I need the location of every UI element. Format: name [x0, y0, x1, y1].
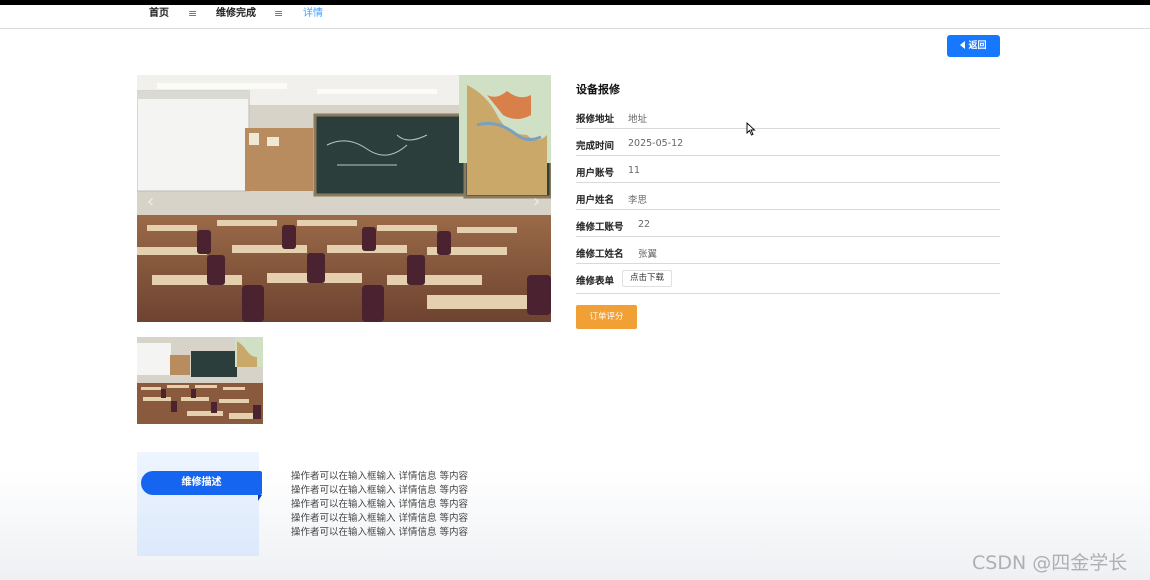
field-value: 2025-05-12 — [628, 138, 684, 149]
description-line: 操作者可以在输入框输入 详情信息 等内容 — [291, 499, 469, 510]
description-line: 操作者可以在输入框输入 详情信息 等内容 — [291, 485, 469, 496]
field-value: 李思 — [628, 195, 648, 206]
field-value: 张翼 — [638, 249, 658, 260]
field-label: 维修工姓名 — [576, 249, 624, 260]
field-row-user-account: 用户账号 11 — [576, 156, 1000, 183]
field-value: 11 — [628, 165, 641, 176]
breadcrumb: 首页 ≡ 维修完成 ≡ 详情 — [0, 5, 1150, 29]
classroom-illustration: ‹ › — [137, 75, 551, 322]
field-row-address: 报修地址 地址 — [576, 102, 1000, 129]
description-line: 操作者可以在输入框输入 详情信息 等内容 — [291, 471, 469, 482]
description-content: 操作者可以在输入框输入 详情信息 等内容 操作者可以在输入框输入 详情信息 等内… — [291, 470, 468, 540]
detail-title: 设备报修 — [576, 83, 620, 96]
field-row-user-name: 用户姓名 李思 — [576, 183, 1000, 210]
field-label: 完成时间 — [576, 141, 615, 152]
description-panel — [137, 452, 259, 556]
svg-text:‹: ‹ — [147, 191, 154, 212]
field-value: 地址 — [628, 114, 648, 125]
thumbnail-illustration — [137, 337, 263, 424]
field-label: 维修表单 — [576, 276, 615, 287]
detail-panel: 设备报修 报修地址 地址 完成时间 2025-05-12 用户账号 11 用户姓… — [576, 82, 1000, 294]
rate-order-button[interactable]: 订单评分 — [576, 305, 637, 329]
svg-text:›: › — [533, 191, 540, 212]
field-value: 22 — [638, 219, 651, 230]
field-label: 用户姓名 — [576, 195, 615, 206]
field-row-repair-form: 维修表单 点击下载 — [576, 264, 1000, 294]
caret-left-icon — [960, 41, 966, 49]
description-line: 操作者可以在输入框输入 详情信息 等内容 — [291, 527, 469, 538]
field-label: 维修工账号 — [576, 222, 624, 233]
menu-icon: ≡ — [188, 7, 198, 20]
mouse-cursor-icon — [746, 122, 756, 136]
breadcrumb-home[interactable]: 首页 — [149, 8, 169, 20]
field-row-completed-time: 完成时间 2025-05-12 — [576, 129, 1000, 156]
back-button[interactable]: 返回 — [947, 35, 1000, 57]
classroom-photo[interactable]: ‹ › — [137, 75, 551, 322]
classroom-thumbnail[interactable] — [137, 337, 263, 424]
field-row-worker-name: 维修工姓名 张翼 — [576, 237, 1000, 264]
description-line: 操作者可以在输入框输入 详情信息 等内容 — [291, 513, 469, 524]
menu-icon: ≡ — [274, 7, 284, 20]
field-label: 报修地址 — [576, 114, 615, 125]
watermark: CSDN @四金学长 — [972, 552, 1128, 574]
download-button[interactable]: 点击下载 — [622, 270, 673, 287]
breadcrumb-section[interactable]: 维修完成 — [216, 8, 256, 20]
field-label: 用户账号 — [576, 168, 615, 179]
breadcrumb-current: 详情 — [303, 8, 323, 19]
description-tab: 维修描述 — [141, 471, 262, 501]
field-row-worker-account: 维修工账号 22 — [576, 210, 1000, 237]
back-button-label: 返回 — [968, 41, 987, 51]
